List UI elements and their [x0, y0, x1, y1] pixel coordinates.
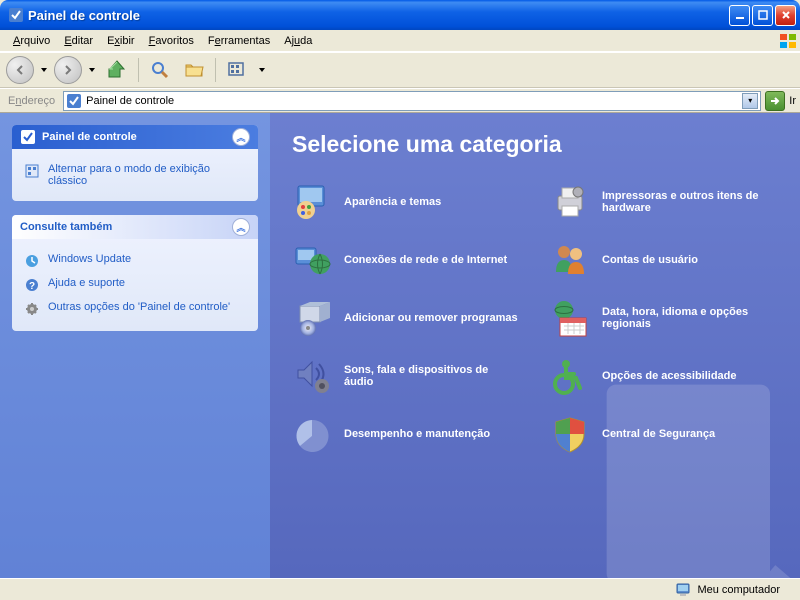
cat-users[interactable]: Contas de usuário [550, 240, 778, 280]
back-button[interactable] [6, 56, 34, 84]
network-icon [292, 240, 332, 280]
windows-flag-icon [778, 32, 798, 50]
date-time-icon [550, 298, 590, 338]
users-icon [550, 240, 590, 280]
toolbar [0, 52, 800, 88]
forward-button[interactable] [54, 56, 82, 84]
toolbar-separator [215, 58, 216, 82]
cat-sounds[interactable]: Sons, fala e dispositivos de áudio [292, 356, 520, 396]
go-label: Ir [789, 95, 796, 107]
maximize-button[interactable] [752, 5, 773, 26]
address-input[interactable]: Painel de controle ▾ [63, 91, 761, 111]
page-title: Selecione uma categoria [292, 131, 778, 158]
main-area: Selecione uma categoria Aparência e tema… [270, 113, 800, 578]
panel-control-panel: Painel de controle ︽ Alternar para o mod… [12, 125, 258, 201]
forward-dropdown[interactable] [86, 55, 98, 85]
cat-label: Data, hora, idioma e opções regionais [602, 306, 778, 330]
svg-text:?: ? [29, 281, 35, 292]
menu-ajuda[interactable]: Ajuda [277, 33, 319, 49]
panel-body: Alternar para o modo de exibição clássic… [12, 149, 258, 201]
cat-label: Sons, fala e dispositivos de áudio [344, 364, 520, 388]
statusbar: Meu computador [0, 578, 800, 600]
panel-title: Consulte também [20, 221, 112, 233]
panel-body: Windows Update ? Ajuda e suporte Outras … [12, 239, 258, 331]
control-panel-icon [66, 93, 82, 109]
link-other-options[interactable]: Outras opções do 'Painel de controle' [24, 297, 246, 321]
sound-icon [292, 356, 332, 396]
cat-appearance[interactable]: Aparência e temas [292, 182, 520, 222]
link-classic-view[interactable]: Alternar para o modo de exibição clássic… [24, 159, 246, 191]
menu-arquivo[interactable]: Arquivo [6, 33, 57, 49]
windows-update-icon [24, 253, 40, 269]
appearance-icon [292, 182, 332, 222]
cat-label: Impressoras e outros itens de hardware [602, 190, 778, 214]
performance-icon [292, 414, 332, 454]
address-label: Endereço [4, 95, 59, 107]
cat-printers[interactable]: Impressoras e outros itens de hardware [550, 182, 778, 222]
address-dropdown[interactable]: ▾ [742, 93, 758, 109]
window-title: Painel de controle [28, 8, 729, 23]
content-area: Painel de controle ︽ Alternar para o mod… [0, 112, 800, 578]
status-text: Meu computador [697, 584, 780, 596]
views-dropdown[interactable] [256, 55, 268, 85]
menu-ferramentas[interactable]: Ferramentas [201, 33, 277, 49]
collapse-button[interactable]: ︽ [232, 128, 250, 146]
panel-header: Painel de controle ︽ [12, 125, 258, 149]
gear-icon [24, 301, 40, 317]
help-icon: ? [24, 277, 40, 293]
search-button[interactable] [145, 55, 175, 85]
link-windows-update[interactable]: Windows Update [24, 249, 246, 273]
menu-exibir[interactable]: Exibir [100, 33, 142, 49]
minimize-button[interactable] [729, 5, 750, 26]
panel-see-also: Consulte também ︽ Windows Update ? Ajuda… [12, 215, 258, 331]
cat-label: Conexões de rede e de Internet [344, 254, 507, 266]
control-panel-icon [8, 7, 24, 23]
back-dropdown[interactable] [38, 55, 50, 85]
titlebar: Painel de controle [0, 0, 800, 30]
menubar: Arquivo Editar Exibir Favoritos Ferramen… [0, 30, 800, 52]
collapse-button[interactable]: ︽ [232, 218, 250, 236]
my-computer-icon [675, 582, 691, 598]
watermark-icon [580, 338, 800, 578]
go-button[interactable] [765, 91, 785, 111]
sidebar: Painel de controle ︽ Alternar para o mod… [0, 113, 270, 578]
window-controls [729, 5, 796, 26]
link-help-support[interactable]: ? Ajuda e suporte [24, 273, 246, 297]
cat-label: Aparência e temas [344, 196, 441, 208]
up-button[interactable] [102, 55, 132, 85]
cat-performance[interactable]: Desempenho e manutenção [292, 414, 520, 454]
menu-editar[interactable]: Editar [57, 33, 100, 49]
views-button[interactable] [222, 55, 252, 85]
switch-view-icon [24, 163, 40, 179]
cat-label: Desempenho e manutenção [344, 428, 490, 440]
folders-button[interactable] [179, 55, 209, 85]
cat-add-remove[interactable]: Adicionar ou remover programas [292, 298, 520, 338]
cat-network[interactable]: Conexões de rede e de Internet [292, 240, 520, 280]
control-panel-icon [20, 129, 36, 145]
address-text: Painel de controle [86, 95, 738, 107]
panel-title: Painel de controle [42, 131, 137, 143]
close-button[interactable] [775, 5, 796, 26]
addressbar: Endereço Painel de controle ▾ Ir [0, 88, 800, 112]
toolbar-separator [138, 58, 139, 82]
cat-label: Adicionar ou remover programas [344, 312, 518, 324]
cat-date-time[interactable]: Data, hora, idioma e opções regionais [550, 298, 778, 338]
panel-header: Consulte também ︽ [12, 215, 258, 239]
menu-favoritos[interactable]: Favoritos [142, 33, 201, 49]
add-remove-icon [292, 298, 332, 338]
cat-label: Contas de usuário [602, 254, 698, 266]
printer-icon [550, 182, 590, 222]
